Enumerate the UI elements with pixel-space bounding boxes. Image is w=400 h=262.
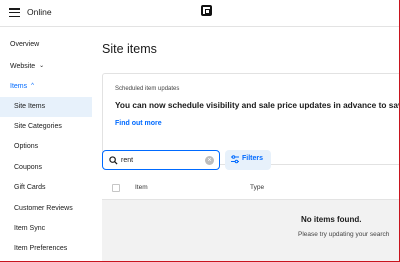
sidebar-item-label: Overview xyxy=(10,41,40,48)
sidebar-item-items[interactable]: Items ^ xyxy=(0,76,92,96)
banner-eyebrow: Scheduled item updates xyxy=(115,86,180,92)
sidebar: Overview Website ⌄ Items ^ Site Items Si… xyxy=(0,27,92,261)
sliders-icon xyxy=(231,155,239,164)
square-logo-icon[interactable] xyxy=(201,5,212,16)
chevron-up-icon: ^ xyxy=(31,83,34,89)
sidebar-item-overview[interactable]: Overview xyxy=(0,35,92,55)
sidebar-item-label: Website xyxy=(10,63,36,70)
sidebar-item-label: Options xyxy=(14,143,39,150)
sidebar-item-label: Coupons xyxy=(14,164,43,171)
table-header: Item Type xyxy=(102,177,399,200)
sidebar-item-label: Item Preferences xyxy=(14,245,68,252)
filters-button[interactable]: Filters xyxy=(225,150,271,170)
sidebar-item-website[interactable]: Website ⌄ xyxy=(0,56,92,76)
search-icon xyxy=(109,156,118,165)
sidebar-item-label: Site Categories xyxy=(14,123,62,130)
sidebar-item-item-sync[interactable]: Item Sync xyxy=(0,219,92,239)
page-title: Site items xyxy=(102,42,157,56)
sidebar-item-site-items[interactable]: Site Items xyxy=(0,97,92,117)
sidebar-item-label: Items xyxy=(10,83,28,90)
top-bar: Online xyxy=(0,0,399,27)
hamburger-icon[interactable] xyxy=(9,8,20,17)
sidebar-item-label: Gift Cards xyxy=(14,184,46,191)
main-content: Site items Scheduled item updates You ca… xyxy=(92,27,400,261)
select-all-checkbox[interactable] xyxy=(112,184,120,192)
chevron-down-icon: ⌄ xyxy=(39,63,45,69)
empty-state-title: No items found. xyxy=(301,215,362,224)
banner-headline: You can now schedule visibility and sale… xyxy=(115,100,400,110)
sidebar-item-gift-cards[interactable]: Gift Cards xyxy=(0,178,92,198)
sidebar-item-label: Site Items xyxy=(14,103,46,110)
sidebar-item-label: Item Sync xyxy=(14,225,46,232)
sidebar-item-label: Customer Reviews xyxy=(14,205,73,212)
column-header-item[interactable]: Item xyxy=(135,184,148,191)
search-input[interactable] xyxy=(121,154,201,166)
column-header-type[interactable]: Type xyxy=(250,184,264,191)
filters-label: Filters xyxy=(242,155,264,162)
find-out-more-link[interactable]: Find out more xyxy=(115,120,162,127)
app-window: Online Overview Website ⌄ Items ^ Site I… xyxy=(0,0,400,262)
empty-state-subtitle: Please try updating your search xyxy=(298,231,390,238)
clear-icon[interactable]: × xyxy=(205,156,214,165)
sidebar-item-site-categories[interactable]: Site Categories xyxy=(0,117,92,137)
sidebar-item-item-preferences[interactable]: Item Preferences xyxy=(0,239,92,259)
search-field[interactable]: × xyxy=(102,150,220,170)
empty-state: No items found. Please try updating your… xyxy=(102,200,399,261)
sidebar-item-customer-reviews[interactable]: Customer Reviews xyxy=(0,199,92,219)
app-title: Online xyxy=(27,7,52,17)
sidebar-item-options[interactable]: Options xyxy=(0,137,92,157)
sidebar-item-coupons[interactable]: Coupons xyxy=(0,158,92,178)
